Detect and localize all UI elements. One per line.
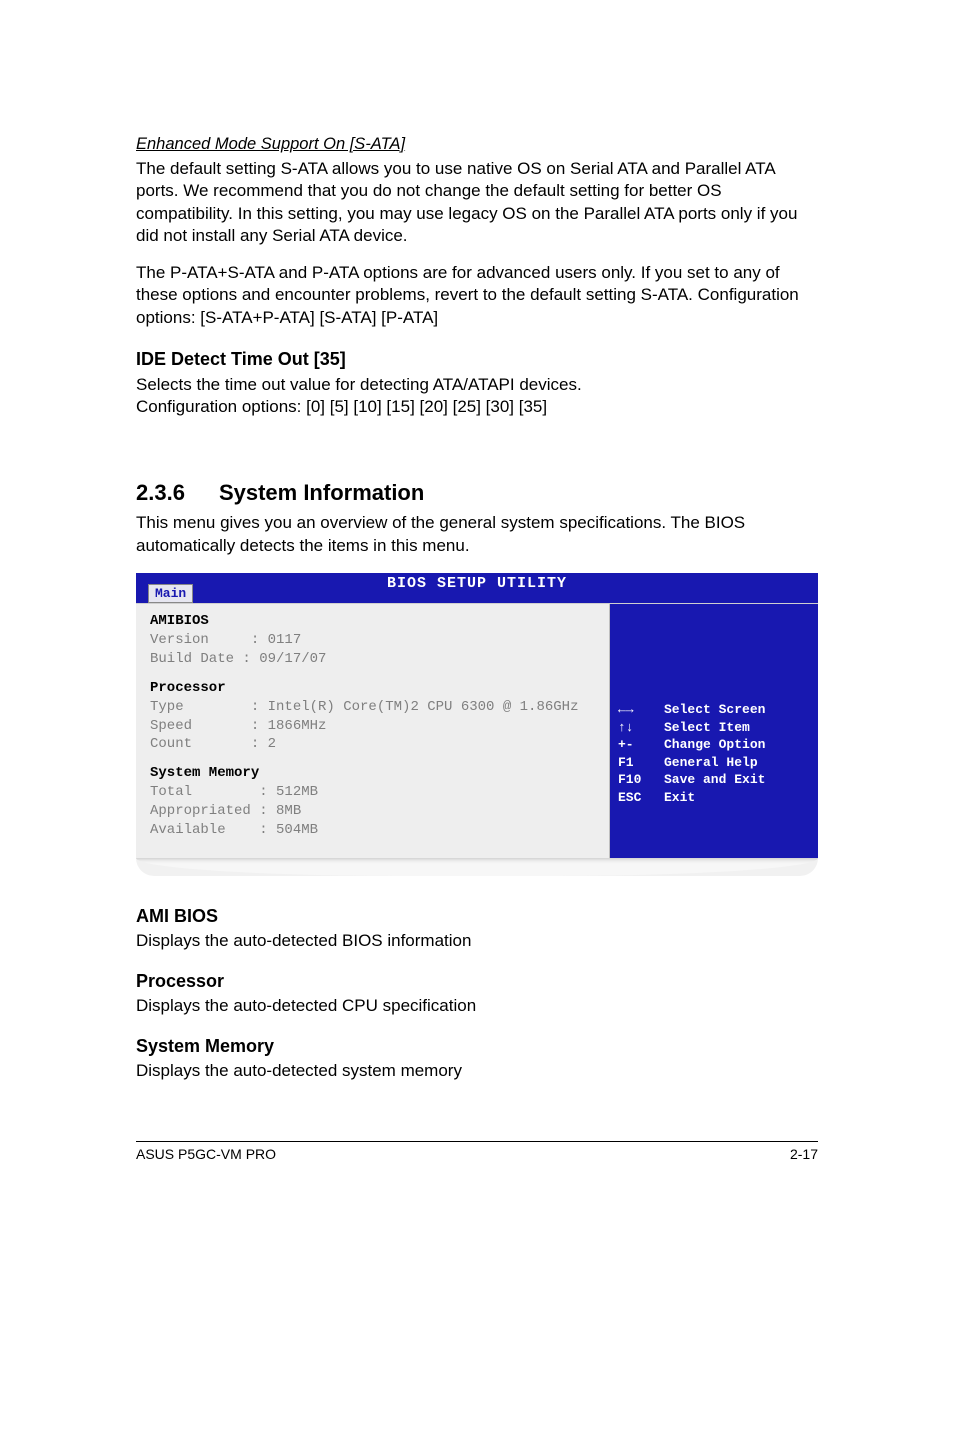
processor-heading: Processor	[136, 971, 818, 992]
bios-build-date-row: Build Date : 09/17/07	[150, 650, 595, 669]
bios-header-bar: Main BIOS SETUP UTILITY	[136, 573, 818, 603]
bios-processor-speed: Speed : 1866MHz	[150, 717, 595, 736]
bios-help-key: +-	[618, 736, 650, 754]
bios-help-row: F10 Save and Exit	[618, 771, 810, 789]
ami-bios-text: Displays the auto-detected BIOS informat…	[136, 931, 818, 951]
bios-memory-available: Available : 504MB	[150, 821, 595, 840]
section-title: System Information	[219, 480, 424, 506]
bios-help-row: ↑↓ Select Item	[618, 719, 810, 737]
bios-help-label: Change Option	[664, 736, 765, 754]
system-information-intro: This menu gives you an overview of the g…	[136, 512, 818, 557]
bios-help-key: ←→	[618, 701, 650, 719]
system-memory-text: Displays the auto-detected system memory	[136, 1061, 818, 1081]
bios-help-label: Save and Exit	[664, 771, 765, 789]
bios-processor-type: Type : Intel(R) Core(TM)2 CPU 6300 @ 1.8…	[150, 698, 595, 717]
bios-help-panel: ←→ Select Screen ↑↓ Select Item +- Chang…	[610, 604, 818, 858]
bios-help-label: General Help	[664, 754, 758, 772]
bios-left-panel: AMIBIOS Version : 0117 Build Date : 09/1…	[136, 604, 610, 858]
enhanced-mode-paragraph-2: The P-ATA+S-ATA and P-ATA options are fo…	[136, 262, 818, 329]
bios-help-row: ESC Exit	[618, 789, 810, 807]
bios-tab-main: Main	[148, 584, 193, 603]
footer-product-name: ASUS P5GC-VM PRO	[136, 1146, 276, 1162]
page-footer: ASUS P5GC-VM PRO 2-17	[136, 1141, 818, 1162]
bios-amibios-label: AMIBIOS	[150, 612, 595, 631]
enhanced-mode-subheading: Enhanced Mode Support On [S-ATA]	[136, 135, 818, 154]
footer-page-number: 2-17	[790, 1146, 818, 1162]
bios-version-row: Version : 0117	[150, 631, 595, 650]
bios-memory-total: Total : 512MB	[150, 783, 595, 802]
processor-text: Displays the auto-detected CPU specifica…	[136, 996, 818, 1016]
bios-help-label: Select Item	[664, 719, 750, 737]
bios-help-row: F1 General Help	[618, 754, 810, 772]
ide-detect-text-1: Selects the time out value for detecting…	[136, 374, 818, 396]
enhanced-mode-paragraph-1: The default setting S-ATA allows you to …	[136, 158, 818, 248]
bios-body: AMIBIOS Version : 0117 Build Date : 09/1…	[136, 603, 818, 858]
bios-help-row: ←→ Select Screen	[618, 701, 810, 719]
bios-help-label: Select Screen	[664, 701, 765, 719]
bios-help-key: F10	[618, 771, 650, 789]
bios-processor-count: Count : 2	[150, 735, 595, 754]
ami-bios-heading: AMI BIOS	[136, 906, 818, 927]
section-number: 2.3.6	[136, 480, 185, 506]
bios-bottom-shadow	[136, 858, 818, 876]
bios-system-memory-label: System Memory	[150, 764, 595, 783]
system-memory-heading: System Memory	[136, 1036, 818, 1057]
section-2-3-6-heading: 2.3.6 System Information	[136, 480, 818, 506]
bios-processor-label: Processor	[150, 679, 595, 698]
bios-header-title: BIOS SETUP UTILITY	[387, 575, 567, 592]
bios-help-label: Exit	[664, 789, 695, 807]
bios-help-key: ↑↓	[618, 719, 650, 737]
bios-help-row: +- Change Option	[618, 736, 810, 754]
ide-detect-heading: IDE Detect Time Out [35]	[136, 349, 818, 370]
bios-setup-screenshot: Main BIOS SETUP UTILITY AMIBIOS Version …	[136, 573, 818, 876]
bios-memory-appropriated: Appropriated : 8MB	[150, 802, 595, 821]
bios-help-key: ESC	[618, 789, 650, 807]
ide-detect-text-2: Configuration options: [0] [5] [10] [15]…	[136, 396, 818, 418]
bios-help-key: F1	[618, 754, 650, 772]
